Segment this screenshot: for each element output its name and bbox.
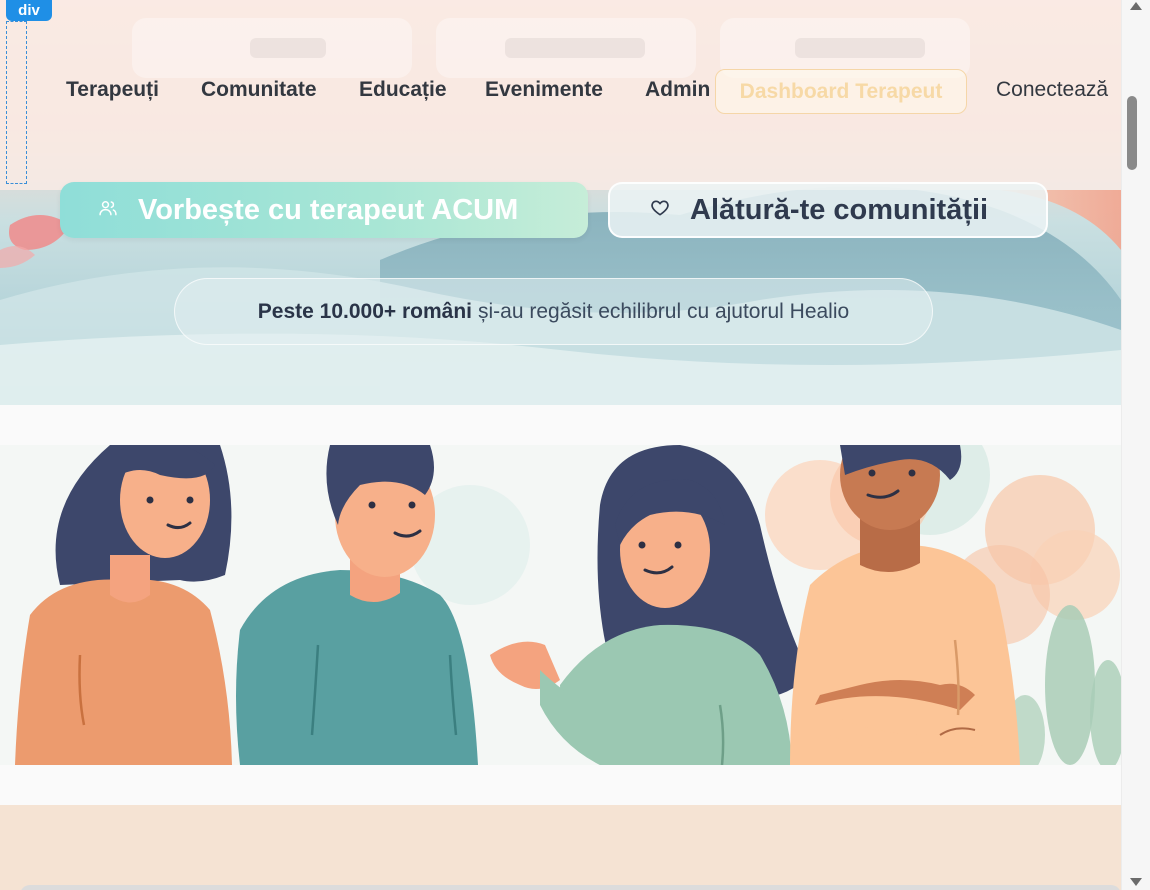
scrollbar-thumb[interactable]	[1127, 96, 1137, 170]
next-section	[0, 805, 1121, 890]
nav-link-community[interactable]: Comunitate	[201, 78, 317, 102]
vertical-scrollbar[interactable]	[1121, 0, 1150, 890]
background-ghost-text	[795, 38, 925, 58]
community-illustration	[0, 445, 1121, 765]
people-illustration	[15, 445, 1121, 765]
heart-icon	[650, 198, 670, 223]
join-community-label: Alătură-te comunității	[690, 193, 989, 226]
social-proof-badge: Peste 10.000+ români și-au regăsit echil…	[174, 278, 933, 345]
devtools-highlight-box	[6, 21, 27, 184]
connect-link[interactable]: Conectează	[996, 78, 1108, 102]
join-community-button[interactable]: Alătură-te comunității	[608, 182, 1048, 238]
hero-section: Terapeuți Comunitate Educație Evenimente…	[0, 0, 1121, 405]
background-ghost-text	[505, 38, 645, 58]
therapist-dashboard-button[interactable]: Dashboard Terapeut	[715, 69, 967, 114]
therapist-dashboard-label: Dashboard Terapeut	[739, 79, 943, 103]
background-ghost-text	[250, 38, 326, 58]
nav-link-events[interactable]: Evenimente	[485, 78, 603, 102]
scroll-down-arrow-icon[interactable]	[1130, 878, 1142, 886]
page-viewport: Terapeuți Comunitate Educație Evenimente…	[0, 0, 1121, 890]
nav-link-admin[interactable]: Admin	[645, 78, 710, 102]
top-navigation: Terapeuți Comunitate Educație Evenimente…	[0, 0, 1121, 190]
next-section-card-top	[20, 885, 1121, 890]
social-proof-count: Peste 10.000+ români	[257, 299, 473, 323]
scroll-up-arrow-icon[interactable]	[1130, 2, 1142, 10]
nav-link-therapists[interactable]: Terapeuți	[66, 78, 159, 102]
nav-link-education[interactable]: Educație	[359, 78, 447, 102]
talk-to-therapist-button[interactable]: Vorbește cu terapeut ACUM	[60, 182, 588, 238]
users-icon	[98, 198, 118, 223]
social-proof-text: și-au regăsit echilibrul cu ajutorul Hea…	[478, 299, 850, 323]
talk-to-therapist-label: Vorbește cu terapeut ACUM	[138, 193, 519, 226]
devtools-element-tag: div	[6, 0, 52, 21]
